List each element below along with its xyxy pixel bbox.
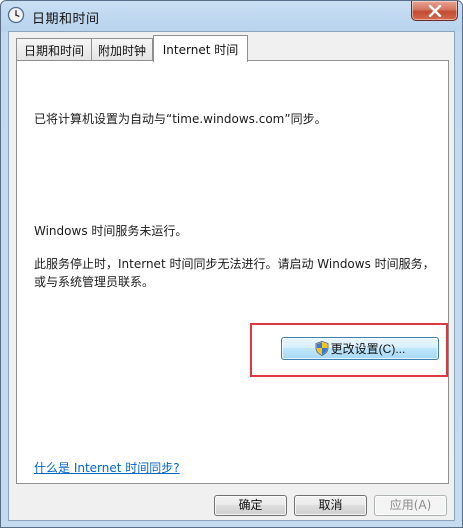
service-message-line1: 此服务停止时，Internet 时间同步无法进行。请启动 Windows 时间服…	[34, 257, 435, 271]
clock-icon	[7, 6, 25, 24]
change-settings-label: 更改设置(C)...	[330, 342, 406, 356]
client-area: 日期和时间 附加时钟 Internet 时间 已将计算机设置为自动与“time.…	[8, 31, 455, 521]
ok-button[interactable]: 确定	[214, 495, 287, 516]
help-link[interactable]: 什么是 Internet 时间同步?	[34, 459, 180, 476]
dialog-window: 日期和时间 日期和时间 附加时钟 Internet 时间 已将计算机设置为自动与…	[0, 0, 463, 528]
window-title: 日期和时间	[32, 12, 100, 27]
sync-status-text: 已将计算机设置为自动与“time.windows.com”同步。	[34, 112, 327, 126]
cancel-button[interactable]: 取消	[294, 495, 367, 516]
close-icon	[412, 1, 457, 20]
change-settings-button[interactable]: 更改设置(C)...	[281, 337, 439, 360]
tab-date-time[interactable]: 日期和时间	[16, 38, 92, 60]
service-message-line2: 或与系统管理员联系。	[34, 275, 155, 289]
service-status-text: Windows 时间服务未运行。	[34, 224, 188, 238]
tab-internet-time[interactable]: Internet 时间	[153, 35, 248, 62]
tab-panel: 已将计算机设置为自动与“time.windows.com”同步。 Windows…	[16, 60, 449, 484]
shield-icon	[315, 341, 329, 356]
tab-additional-clocks[interactable]: 附加时钟	[91, 38, 153, 60]
apply-button[interactable]: 应用(A)	[374, 495, 447, 516]
title-bar[interactable]: 日期和时间	[1, 1, 462, 31]
close-button[interactable]	[411, 1, 458, 21]
